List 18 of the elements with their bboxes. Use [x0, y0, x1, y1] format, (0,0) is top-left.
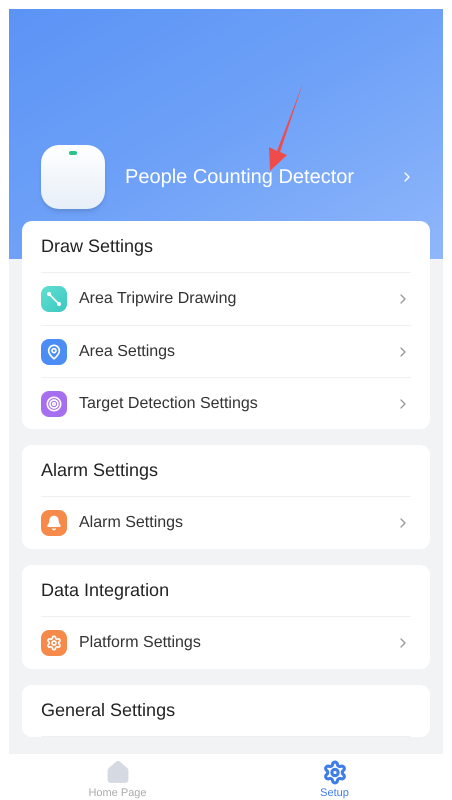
tripwire-icon: [41, 286, 67, 312]
nav-tab[interactable]: Setup: [226, 754, 443, 800]
home-icon: [104, 760, 130, 785]
section-title: Alarm Settings: [41, 459, 160, 482]
settings-row[interactable]: Area Tripwire Drawing: [41, 273, 411, 325]
target-icon: [41, 390, 67, 416]
section-title: Data Integration: [41, 579, 170, 602]
settings-icon: [322, 760, 348, 785]
detector-device-icon: [41, 145, 105, 209]
section-title: Draw Settings: [41, 235, 154, 258]
settings-row[interactable]: Alarm Settings: [41, 497, 411, 549]
settings-row[interactable]: Target Detection Settings: [41, 377, 411, 429]
location-pin-icon: [41, 338, 67, 364]
settings-row[interactable]: Area Settings: [41, 325, 411, 377]
settings-icon: [41, 630, 67, 656]
bell-icon: [41, 510, 67, 536]
section-title: General Settings: [41, 699, 176, 722]
settings-row[interactable]: Platform Settings: [41, 617, 411, 669]
